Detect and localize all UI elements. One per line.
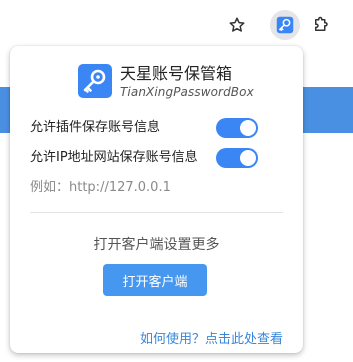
ip-sites-toggle[interactable]	[216, 148, 258, 168]
toggle-knob	[240, 120, 256, 136]
ip-example-text: 例如：http://127.0.0.1	[30, 180, 171, 195]
more-settings-text: 打开客户端设置更多	[93, 237, 220, 253]
extension-popup: 天星账号保管箱 TianXingPasswordBox 允许插件保存账号信息 允…	[10, 46, 303, 353]
setting-row-ip-sites: 允许IP地址网站保存账号信息	[30, 146, 260, 170]
divider	[30, 212, 283, 213]
extension-key-icon[interactable]	[270, 10, 300, 40]
setting-label: 允许插件保存账号信息	[30, 120, 161, 135]
page-blue-strip-left	[0, 87, 10, 133]
page-blue-strip-right	[303, 87, 353, 133]
save-accounts-toggle[interactable]	[216, 118, 258, 138]
toggle-knob	[240, 150, 256, 166]
setting-label: 允许IP地址网站保存账号信息	[30, 150, 198, 165]
open-client-button[interactable]: 打开客户端	[103, 264, 207, 296]
browser-toolbar	[0, 0, 353, 46]
key-logo-icon	[78, 64, 112, 98]
setting-row-save-accounts: 允许插件保存账号信息	[30, 116, 260, 140]
app-subtitle: TianXingPasswordBox	[120, 85, 254, 99]
bookmark-star-icon[interactable]	[222, 10, 252, 40]
app-title: 天星账号保管箱	[120, 64, 233, 83]
help-link[interactable]: 如何使用？点击此处查看	[140, 328, 283, 347]
extensions-puzzle-icon[interactable]	[306, 10, 336, 40]
